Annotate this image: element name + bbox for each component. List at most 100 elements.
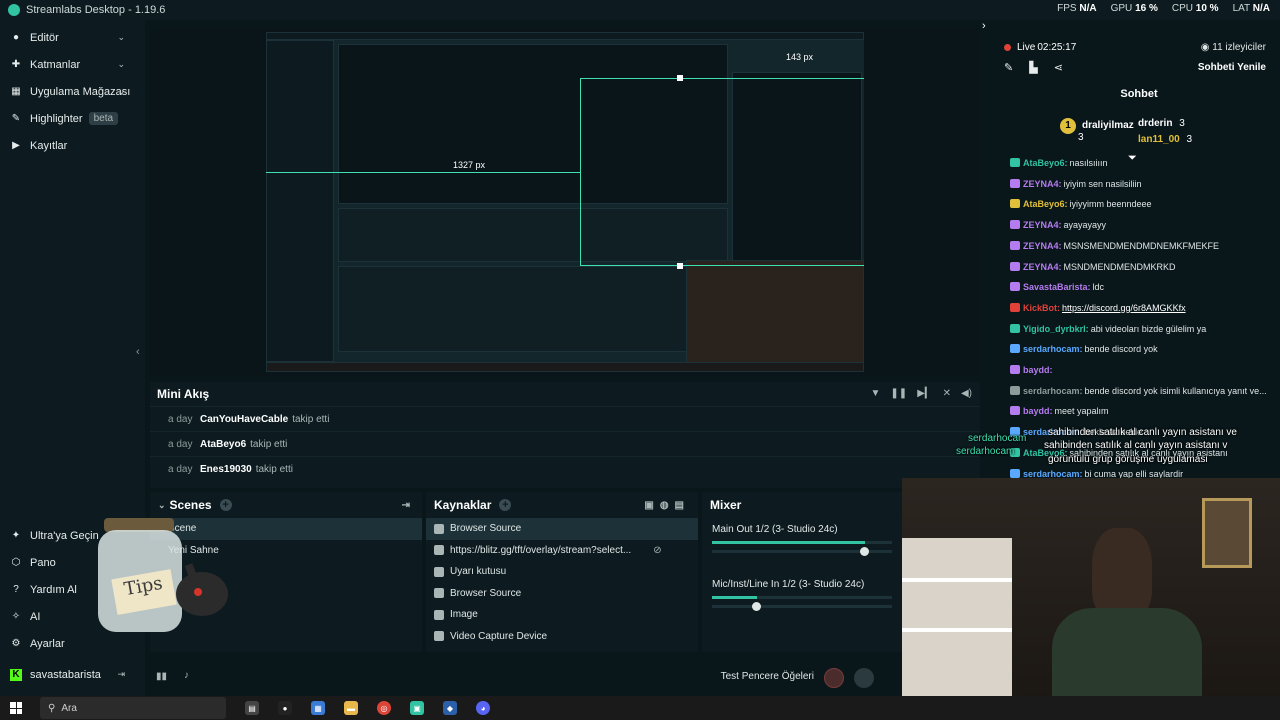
donation-username: serdarhocam <box>968 433 1027 444</box>
collapse-left-icon[interactable]: ‹ <box>136 346 140 358</box>
user-badge-icon <box>1010 468 1020 478</box>
edit-icon[interactable]: ✎ <box>1004 61 1013 74</box>
filter-icon[interactable]: ▼ <box>871 388 881 399</box>
measure-label-top: 143 px <box>786 52 814 62</box>
chrome-icon[interactable]: ◎ <box>377 701 391 715</box>
chevron-down-icon[interactable]: ⌄ <box>158 500 166 511</box>
source-item[interactable]: Uyarı kutusu <box>426 561 698 583</box>
sidebar-item-label: Highlighter <box>30 112 83 125</box>
user-account[interactable]: K savastabarista ⇥ <box>0 661 145 688</box>
camera-icon <box>434 631 444 642</box>
source-item[interactable]: Browser Source <box>426 583 698 605</box>
chat-message: AtaBeyo6: iyiyyimm beenndeee <box>1010 199 1152 209</box>
settings-icon: ⚙ <box>11 637 21 649</box>
ad-text-line-1: sahibinden satılık al canlı yayın asista… <box>1048 427 1237 438</box>
volume-slider[interactable] <box>712 547 892 556</box>
measure-label-left: 1327 px <box>453 160 486 170</box>
highlighter-icon: ✎ <box>11 112 21 124</box>
nested-preview-frame: 1327 px 143 px <box>266 32 864 372</box>
scene-transition-icon[interactable]: ⇥ <box>402 500 410 511</box>
sidebar-item-store[interactable]: ▦ Uygulama Mağazası ⌄ <box>0 78 145 105</box>
live-app-icon[interactable]: ● <box>278 701 292 715</box>
webcam-feed <box>902 478 1280 700</box>
file-explorer-icon[interactable]: ▬ <box>344 701 358 715</box>
leaderboard-second: drderin 3 <box>1138 118 1185 129</box>
mixer-dock: Mixer Main Out 1/2 (3- Studio 24c) Mic/I… <box>702 492 902 652</box>
performance-stats: FPS N/A GPU 16 % CPU 10 % LAT N/A <box>1057 3 1270 14</box>
store-app-icon[interactable]: ▦ <box>311 701 325 715</box>
volume-slider[interactable] <box>712 602 892 611</box>
share-icon[interactable]: ⋖ <box>1054 61 1063 74</box>
search-icon: ⚲ <box>48 702 56 714</box>
chat-panel: Live 02:25:17 ◉ 11 izleyiciler ✎ ▙ ⋖ Soh… <box>998 30 1280 482</box>
store-icon: ▦ <box>11 85 21 97</box>
mute-alerts-icon[interactable]: ✕ <box>943 388 951 399</box>
chat-message: ZEYNA4: MSNSMENDMENDMDNEMKFMEKFE <box>1010 240 1219 251</box>
chevron-down-icon: ⌄ <box>117 59 125 69</box>
replay-buffer-button[interactable] <box>854 668 874 688</box>
title-bar: Streamlabs Desktop - 1.19.6 FPS N/A GPU … <box>0 0 1280 20</box>
ad-text-line-3: görüntülü grup görüşme uygulamasi <box>1048 454 1208 465</box>
sidebar-item-recordings[interactable]: ▶ Kayıtlar <box>0 132 145 159</box>
source-item[interactable]: Image <box>426 604 698 626</box>
globe-icon <box>434 545 444 556</box>
feed-event: a day CanYouHaveCable takip etti <box>150 406 980 431</box>
rank-badge: 1 <box>1060 118 1076 134</box>
taskbar-search[interactable]: ⚲ Ara <box>40 697 226 719</box>
source-toolbar-icons[interactable]: ▣◍▤ <box>644 500 690 511</box>
stream-preview[interactable]: ‹ 1327 px 143 px › <box>136 20 986 376</box>
user-badge-icon <box>1010 406 1020 416</box>
chat-tools: ✎ ▙ ⋖ <box>1004 61 1063 74</box>
windows-start-icon[interactable] <box>10 702 22 714</box>
chevron-down-icon: ⌄ <box>117 86 125 96</box>
user-badge-icon <box>1010 282 1020 292</box>
refresh-chat-button[interactable]: Sohbeti Yenile <box>1198 62 1266 73</box>
chat-message: ZEYNA4: iyiyim sen nasilsiliin <box>1010 178 1142 189</box>
leaderboard-third: lan11_00 3 <box>1138 134 1193 145</box>
user-badge-icon <box>1010 365 1020 374</box>
hidden-eye-icon[interactable]: ⊘ <box>653 545 661 556</box>
logout-icon[interactable]: ⇥ <box>117 669 125 680</box>
sidebar-item-label: Ultra'ya Geçin <box>30 529 99 542</box>
feed-event: a day AtaBeyo6 takip etti <box>150 431 980 456</box>
image-icon <box>434 609 444 620</box>
discord-icon[interactable]: ◕ <box>476 701 490 715</box>
selection-box[interactable] <box>580 78 864 266</box>
sources-title: Kaynaklar <box>434 498 492 512</box>
add-source-button[interactable]: + <box>499 499 512 511</box>
collapse-leaderboard-icon[interactable]: ⏷ <box>1128 152 1137 165</box>
mini-feed-title: Mini Akış <box>157 387 210 401</box>
window-title: Streamlabs Desktop - 1.19.6 <box>26 4 166 16</box>
record-button[interactable] <box>824 668 844 688</box>
notification-bell-icon[interactable]: ♪ <box>184 670 189 681</box>
skip-icon[interactable]: ▶▎ <box>917 388 932 399</box>
user-badge-icon <box>1010 385 1020 395</box>
sidebar-item-highlighter[interactable]: ✎ Highlighter beta <box>0 105 145 132</box>
sidebar-item-label: Editör <box>30 31 59 44</box>
expand-right-icon[interactable]: › <box>982 20 986 32</box>
task-view-icon[interactable]: ▤ <box>245 701 259 715</box>
volume-icon[interactable]: ◀) <box>961 388 972 399</box>
mixer-channel: Mic/Inst/Line In 1/2 (3- Studio 24c) <box>702 573 902 614</box>
scenes-title: Scenes <box>169 498 212 512</box>
donation-username-echo: serdarhocam <box>956 446 1015 457</box>
user-badge-icon <box>1010 178 1020 188</box>
sidebar-item-label: Pano <box>30 556 56 569</box>
sidebar-item-layers[interactable]: ✚ Katmanlar ⌄ <box>0 51 145 78</box>
pause-icon[interactable]: ❚❚ <box>890 388 907 399</box>
test-widgets-button[interactable]: Test Pencere Öğeleri <box>721 671 814 682</box>
leaderboard-first-count: 3 <box>1078 132 1084 143</box>
streamlabs-app-icon[interactable]: ▣ <box>410 701 424 715</box>
stats-icon[interactable]: ▮▮ <box>156 671 167 682</box>
user-badge-icon <box>1010 158 1020 167</box>
os-taskbar: ⚲ Ara ▤ ● ▦ ▬ ◎ ▣ ◆ ◕ <box>0 696 1280 720</box>
sidebar-item-label: Katmanlar <box>30 58 81 71</box>
app-icon[interactable]: ◆ <box>443 701 457 715</box>
widget-icon[interactable]: ▙ <box>1029 61 1037 74</box>
recordings-icon: ▶ <box>12 139 20 151</box>
sidebar-item-editor[interactable]: ● Editör ⌄ <box>0 24 145 51</box>
source-item[interactable]: Browser Source <box>426 518 698 540</box>
source-item[interactable]: Video Capture Device <box>426 626 698 648</box>
add-scene-button[interactable]: + <box>219 499 232 511</box>
source-item[interactable]: https://blitz.gg/tft/overlay/stream?sele… <box>426 540 698 562</box>
